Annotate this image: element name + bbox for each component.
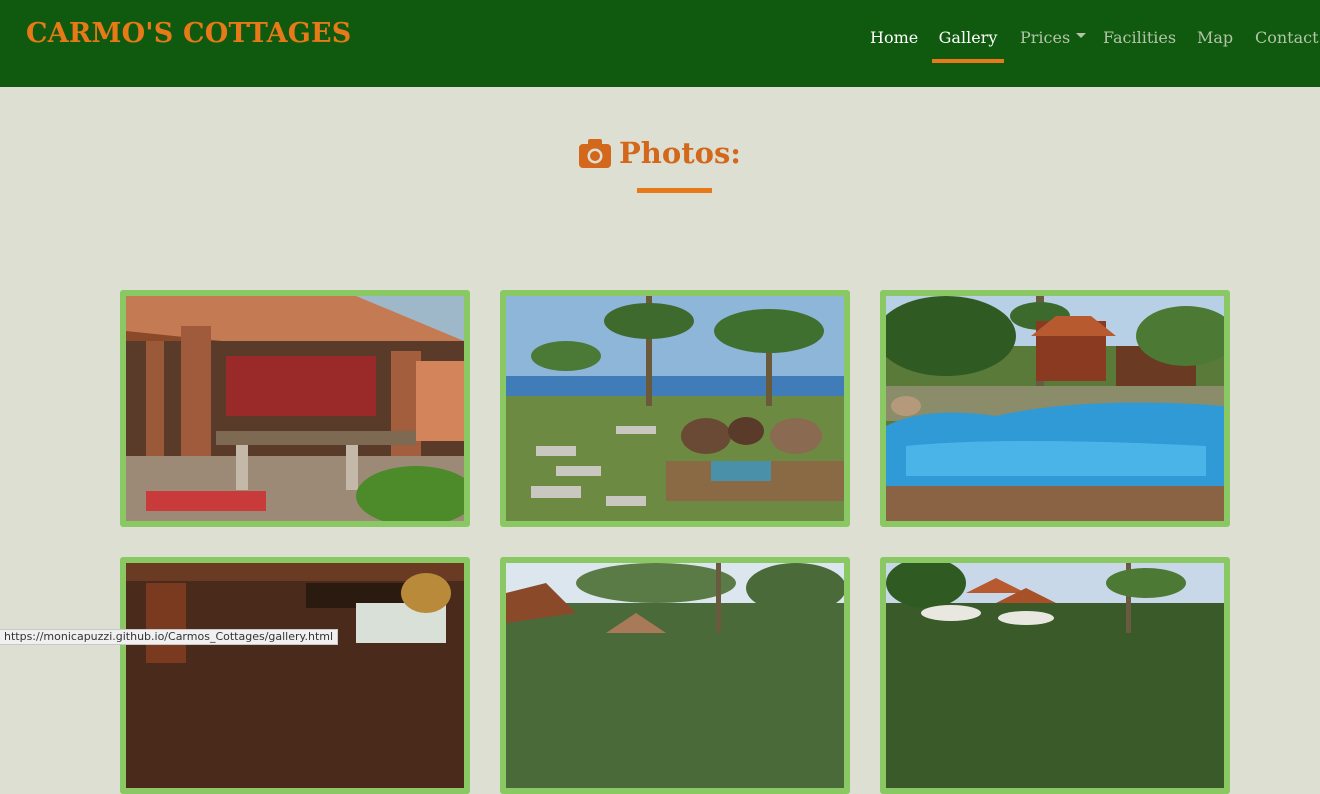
camera-icon [578, 138, 611, 168]
nav-prices-dropdown[interactable]: Prices [1020, 28, 1087, 64]
gallery-photo-2[interactable] [500, 290, 850, 527]
nav-contact[interactable]: Contact [1255, 28, 1319, 64]
nav-gallery-label: Gallery [938, 28, 998, 47]
gallery-photo-5[interactable] [500, 557, 850, 794]
nav-map[interactable]: Map [1197, 28, 1233, 64]
nav-home[interactable]: Home [870, 28, 918, 64]
nav-gallery[interactable]: Gallery [932, 28, 1004, 64]
gallery-photo-1[interactable] [120, 290, 470, 527]
caret-down-icon [1076, 33, 1087, 38]
gallery-photo-4[interactable] [120, 557, 470, 794]
nav-prices-label: Prices [1020, 28, 1071, 47]
gallery-photo-6[interactable] [880, 557, 1230, 794]
navbar: CARMO'S COTTAGES Home Gallery Prices Fac… [0, 0, 1320, 87]
heading-underline [637, 188, 712, 193]
nav-facilities[interactable]: Facilities [1103, 28, 1176, 64]
browser-status-url: https://monicapuzzi.github.io/Carmos_Cot… [0, 629, 339, 645]
page-heading: Photos: [0, 136, 1320, 172]
gallery-photo-3[interactable] [880, 290, 1230, 527]
page-title: Photos: [618, 136, 741, 170]
nav-links: Home Gallery Prices Facilities Map Conta… [0, 28, 1320, 68]
